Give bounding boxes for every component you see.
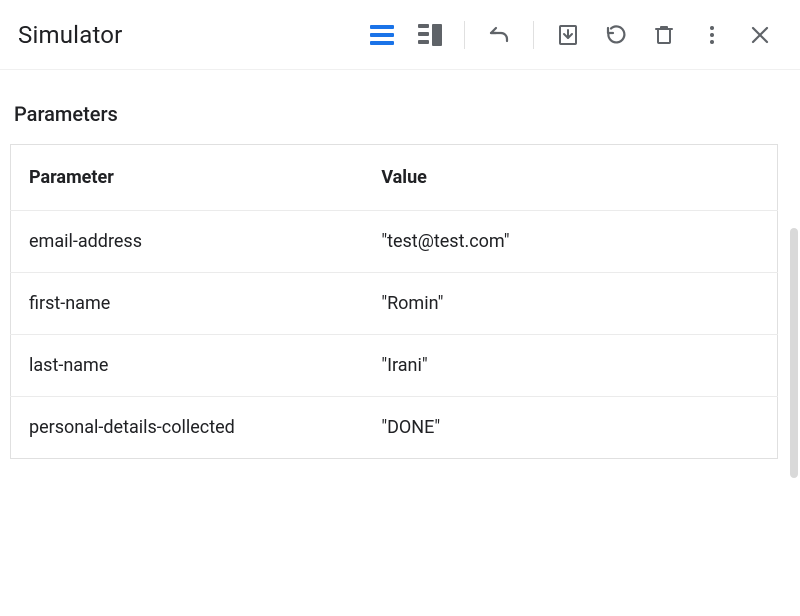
table-header-row: Parameter Value: [11, 145, 778, 211]
divider: [533, 21, 534, 49]
divider: [464, 21, 465, 49]
toolbar: [360, 13, 782, 57]
table-row: first-name "Romin": [11, 273, 778, 335]
scrollbar[interactable]: [790, 228, 798, 478]
table-row: last-name "Irani": [11, 335, 778, 397]
table-row: personal-details-collected "DONE": [11, 397, 778, 459]
cell-value: "test@test.com": [363, 211, 777, 273]
page-title: Simulator: [18, 21, 123, 49]
save-icon[interactable]: [546, 13, 590, 57]
cell-value: "Romin": [363, 273, 777, 335]
header: Simulator: [0, 0, 800, 70]
column-header-value: Value: [363, 145, 777, 211]
more-icon[interactable]: [690, 13, 734, 57]
cell-value: "Irani": [363, 335, 777, 397]
view-list-icon[interactable]: [360, 13, 404, 57]
trash-icon[interactable]: [642, 13, 686, 57]
cell-parameter: first-name: [11, 273, 364, 335]
section-title: Parameters: [14, 102, 778, 126]
cell-parameter: email-address: [11, 211, 364, 273]
cell-value: "DONE": [363, 397, 777, 459]
content-pane: Parameters Parameter Value email-address…: [0, 70, 800, 616]
undo-icon[interactable]: [477, 13, 521, 57]
view-detail-icon[interactable]: [408, 13, 452, 57]
cell-parameter: personal-details-collected: [11, 397, 364, 459]
cell-parameter: last-name: [11, 335, 364, 397]
parameters-table: Parameter Value email-address "test@test…: [10, 144, 778, 459]
close-icon[interactable]: [738, 13, 782, 57]
column-header-parameter: Parameter: [11, 145, 364, 211]
table-row: email-address "test@test.com": [11, 211, 778, 273]
reset-icon[interactable]: [594, 13, 638, 57]
